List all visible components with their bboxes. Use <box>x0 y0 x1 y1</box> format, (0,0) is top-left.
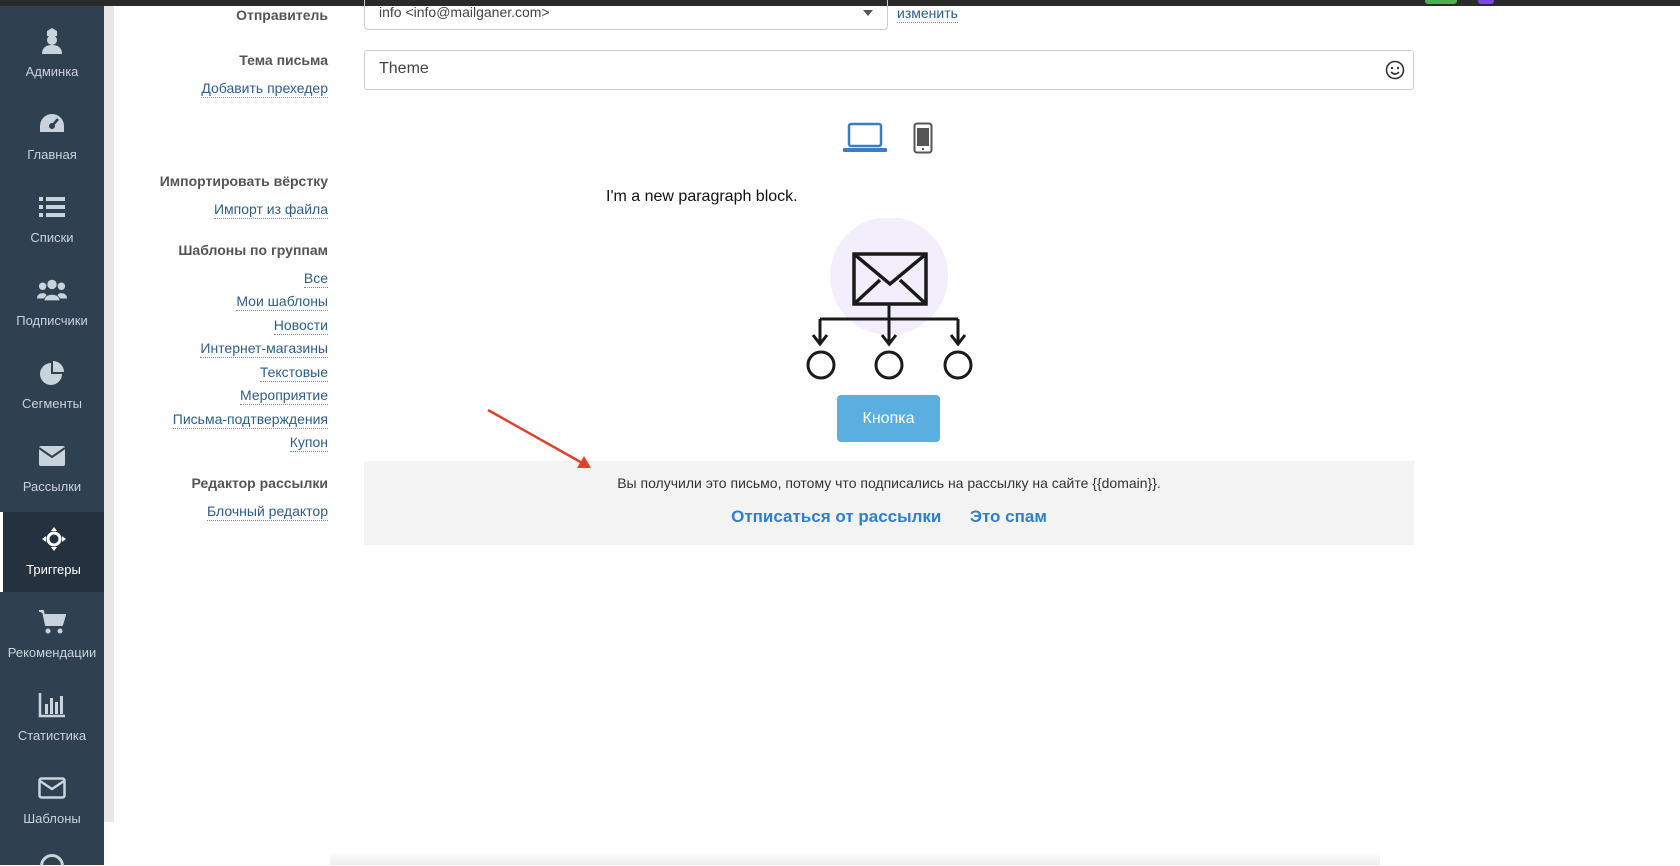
sidebar-item-home[interactable]: Главная <box>0 97 104 177</box>
change-sender-link[interactable]: изменить <box>897 5 958 23</box>
group-link-shops[interactable]: Интернет-магазины <box>200 339 328 358</box>
sidebar-item-lists[interactable]: Списки <box>0 180 104 260</box>
sidebar-item-partial-icon[interactable] <box>40 854 64 866</box>
sidebar-item-triggers[interactable]: Триггеры <box>0 512 104 592</box>
group-link-confirmations[interactable]: Письма-подтверждения <box>172 410 328 429</box>
footer-links: Отписаться от рассылки Это спам <box>364 507 1414 527</box>
sidebar-item-label: Рассылки <box>22 479 82 494</box>
sidebar-item-segments[interactable]: Сегменты <box>0 346 104 426</box>
sidebar-item-mailings[interactable]: Рассылки <box>0 429 104 509</box>
sidebar-item-label: Рекомендации <box>7 645 97 660</box>
add-preheader-link[interactable]: Добавить прехедер <box>201 79 328 98</box>
group-link-all[interactable]: Все <box>303 269 328 288</box>
editor-title: Редактор рассылки <box>191 475 329 491</box>
group-link-text[interactable]: Текстовые <box>259 363 328 382</box>
chevron-down-icon <box>863 10 873 16</box>
sidebar-item-templates[interactable]: Шаблоны <box>0 761 104 841</box>
paragraph-block[interactable]: I'm a new paragraph block. <box>606 188 798 206</box>
unsubscribe-link[interactable]: Отписаться от рассылки <box>731 507 941 526</box>
sender-value: info <info@mailganer.com> <box>379 4 550 20</box>
bottom-panel-shadow <box>330 852 1380 865</box>
group-link-events[interactable]: Мероприятие <box>240 386 328 405</box>
sender-label: Отправитель <box>236 7 328 23</box>
sidebar-scroll-edge <box>104 6 114 822</box>
sidebar-item-label: Подписчики <box>16 313 88 328</box>
sender-select[interactable]: info <info@mailganer.com> <box>364 0 888 30</box>
emoji-icon[interactable] <box>1385 60 1405 80</box>
subject-label: Тема письма <box>239 52 328 68</box>
footer-subscription-text: Вы получили это письмо, потому что подпи… <box>617 475 1161 491</box>
email-cta-button[interactable]: Кнопка <box>837 395 940 442</box>
group-link-coupon[interactable]: Купон <box>289 433 328 452</box>
users-icon <box>37 275 67 305</box>
sidebar-item-admin[interactable]: Админка <box>0 14 104 94</box>
import-title: Импортировать вёрстку <box>159 173 328 189</box>
sidebar-item-label: Шаблоны <box>23 811 81 826</box>
sidebar-item-label: Триггеры <box>26 562 81 577</box>
import-from-file-link[interactable]: Импорт из файла <box>213 200 328 219</box>
group-link-news[interactable]: Новости <box>273 316 328 335</box>
envelope-outline-icon <box>37 773 67 803</box>
subject-input[interactable] <box>379 60 1359 78</box>
envelope-icon <box>37 441 67 471</box>
crosshair-icon <box>39 524 69 554</box>
admin-user-icon <box>37 26 67 56</box>
cart-icon <box>37 607 67 637</box>
hero-illustration <box>800 217 980 384</box>
spam-link[interactable]: Это спам <box>970 507 1047 526</box>
sidebar-item-label: Списки <box>30 230 74 245</box>
annotation-arrow-icon <box>480 404 600 474</box>
sidebar-item-label: Админка <box>25 64 79 79</box>
sidebar-item-label: Сегменты <box>21 396 82 411</box>
mobile-preview-icon[interactable] <box>913 122 933 154</box>
sidebar-item-subscribers[interactable]: Подписчики <box>0 263 104 343</box>
group-link-my-templates[interactable]: Мои шаблоны <box>236 292 328 311</box>
sidebar: Админка Главная Списки Подписчики Сегмен… <box>0 6 104 866</box>
sidebar-item-label: Главная <box>27 147 77 162</box>
sidebar-item-statistics[interactable]: Статистика <box>0 678 104 758</box>
pie-chart-icon <box>37 358 67 388</box>
sidebar-item-recommendations[interactable]: Рекомендации <box>0 595 104 675</box>
groups-title: Шаблоны по группам <box>178 242 328 258</box>
desktop-preview-icon[interactable] <box>843 122 887 154</box>
dashboard-icon <box>37 109 67 139</box>
subject-field[interactable] <box>364 50 1414 90</box>
list-icon <box>37 192 67 222</box>
sidebar-item-label: Статистика <box>17 728 87 743</box>
block-editor-link[interactable]: Блочный редактор <box>207 502 328 521</box>
bar-chart-icon <box>37 690 67 720</box>
